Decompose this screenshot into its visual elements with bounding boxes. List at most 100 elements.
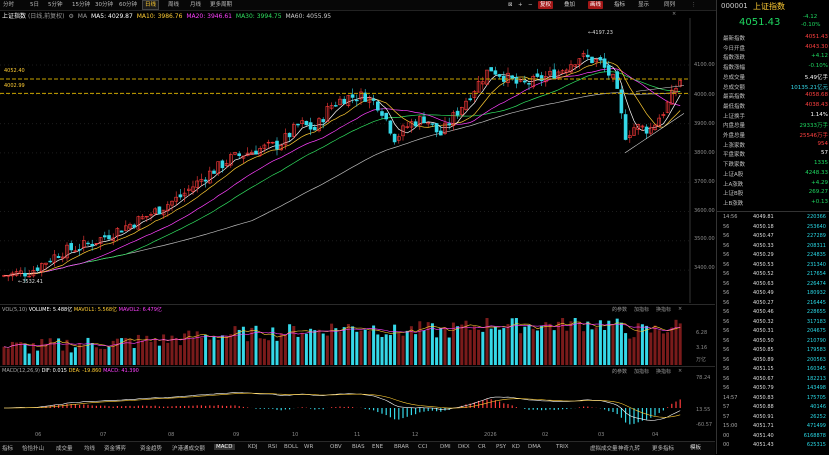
quote-value: 4038.43 (805, 101, 828, 108)
tab-15[interactable]: BRAR (394, 444, 409, 450)
zoom-icon[interactable]: ⊠ (506, 1, 515, 9)
tick-time: 56 (723, 242, 730, 249)
stock-code: 000001 (721, 2, 748, 10)
tf-30min[interactable]: 30分钟 (93, 1, 115, 9)
tab-1[interactable]: 恰恰扑山 (22, 444, 44, 452)
tick-time: 56 (723, 309, 730, 315)
quote-value: 4248.33 (805, 169, 828, 176)
tab-5[interactable]: 资金趋势 (140, 444, 162, 452)
quote-value: -0.10% (808, 63, 828, 70)
tick-row: 56 4050.32 317183 (717, 319, 829, 327)
tick-row: 57 4050.91 26252 (717, 414, 829, 422)
more-icon[interactable]: ⋮ (689, 1, 699, 9)
date-tick: 04 (652, 432, 659, 438)
ma30-line (4, 71, 681, 276)
tick-time: 56 (723, 328, 730, 334)
tab-0[interactable]: 指标 (2, 444, 13, 452)
tab-12[interactable]: OBV (330, 444, 342, 450)
minus-icon[interactable]: − (526, 1, 535, 9)
tick-price: 4050.63 (753, 280, 774, 287)
tab-19[interactable]: CR (478, 444, 486, 450)
tick-time: 56 (723, 385, 730, 391)
tick-volume: 216445 (806, 299, 826, 306)
macd-tick-3: -60.57 (696, 422, 713, 428)
tick-volume: 471499 (806, 423, 826, 429)
quote-value: 1335 (814, 160, 828, 167)
tick-volume: 220366 (806, 214, 826, 220)
overlay-button[interactable]: 叠加 (562, 1, 577, 9)
date-tick: 07 (100, 432, 107, 438)
tab-18[interactable]: DKX (458, 444, 470, 450)
tick-volume: 6168878 (803, 432, 826, 439)
indicator-button[interactable]: 指标 (612, 1, 627, 9)
quote-row: 指数涨跌 +4.12 (717, 53, 829, 61)
tab-13[interactable]: BIAS (352, 444, 365, 450)
tab-14[interactable]: ENE (372, 444, 383, 450)
tab-22[interactable]: DMA (528, 444, 541, 450)
tab-4[interactable]: 资金博弈 (104, 444, 126, 452)
quote-label: 上B涨跌 (723, 200, 744, 207)
tf-more[interactable]: 更多周期 (208, 1, 234, 9)
plus-icon[interactable]: + (516, 1, 525, 9)
tick-time: 56 (723, 223, 730, 230)
tab-24[interactable]: 虚拟成交量 (590, 444, 618, 452)
quote-row: 最高指数 4058.68 (717, 92, 829, 100)
quote-label: 最低指数 (723, 103, 746, 110)
tab-7[interactable]: MACD (214, 444, 235, 450)
tf-weekly[interactable]: 周线 (166, 1, 181, 9)
quote-value: +4.12 (811, 53, 828, 60)
tab-23[interactable]: TRIX (556, 444, 569, 450)
adjust-button[interactable]: 复权 (538, 1, 554, 9)
tab-3[interactable]: 均线 (84, 444, 95, 452)
quote-value: 5.49亿手 (804, 74, 828, 81)
divider (0, 304, 715, 305)
chart-close-icon[interactable]: × (672, 11, 676, 17)
tick-row: 57 4050.88 40146 (717, 404, 829, 412)
tab-6[interactable]: 沪港通成交额 (172, 444, 205, 452)
tick-price: 4050.50 (753, 337, 774, 344)
draw-button[interactable]: 画线 (588, 1, 604, 9)
quote-row: 上涨家数 954 (717, 141, 829, 149)
tick-row: 56 4050.31 204675 (717, 328, 829, 336)
tf-daily[interactable]: 日线 (141, 0, 160, 10)
tab-2[interactable]: 成交量 (56, 444, 73, 452)
quote-label: 最高指数 (723, 94, 746, 101)
tf-intraday[interactable]: 分时 (1, 1, 16, 9)
quote-value: 954 (817, 140, 829, 147)
tick-price: 4050.47 (753, 233, 774, 239)
tick-time: 56 (723, 375, 730, 382)
tick-row: 56 4050.85 179583 (717, 347, 829, 355)
tab-26[interactable]: 更多指标 (652, 444, 674, 452)
quote-row: 上B涨跌 +0.13 (717, 199, 829, 207)
tf-60min[interactable]: 60分钟 (117, 1, 139, 9)
tab-20[interactable]: PSY (496, 444, 506, 450)
tick-volume: 226474 (806, 280, 826, 287)
tab-25[interactable]: 神奇九转 (618, 444, 640, 452)
display-button[interactable]: 显示 (636, 1, 651, 9)
same-column-button[interactable]: 同列 (662, 1, 677, 9)
tick-time: 56 (723, 337, 730, 344)
tab-11[interactable]: WR (304, 444, 313, 450)
tab-8[interactable]: KDJ (248, 444, 257, 450)
tick-price: 4050.32 (753, 318, 774, 325)
quote-label: 上证A股 (723, 171, 744, 178)
tick-volume: 228655 (806, 309, 826, 315)
tick-row: 56 4050.46 228655 (717, 309, 829, 317)
tick-row: 15:00 4051.71 471499 (717, 423, 829, 431)
tick-time: 00 (723, 432, 730, 439)
tf-5day[interactable]: 5日 (28, 1, 41, 9)
tick-volume: 179583 (806, 347, 826, 353)
tab-16[interactable]: CCI (418, 444, 427, 450)
tick-volume: 182213 (806, 375, 826, 382)
tab-10[interactable]: BOLL (284, 444, 298, 450)
tf-monthly[interactable]: 月线 (188, 1, 203, 9)
ref-label-1: 4052.40 (4, 68, 25, 74)
tf-5min[interactable]: 5分钟 (46, 1, 65, 9)
tab-21[interactable]: KD (512, 444, 520, 450)
tf-15min[interactable]: 15分钟 (70, 1, 92, 9)
tab-9[interactable]: RSI (268, 444, 277, 450)
tick-volume: 625315 (806, 442, 826, 448)
template-button[interactable]: 模板 (690, 443, 701, 451)
quote-value: 4058.68 (805, 92, 828, 99)
tab-17[interactable]: DMI (440, 444, 451, 450)
